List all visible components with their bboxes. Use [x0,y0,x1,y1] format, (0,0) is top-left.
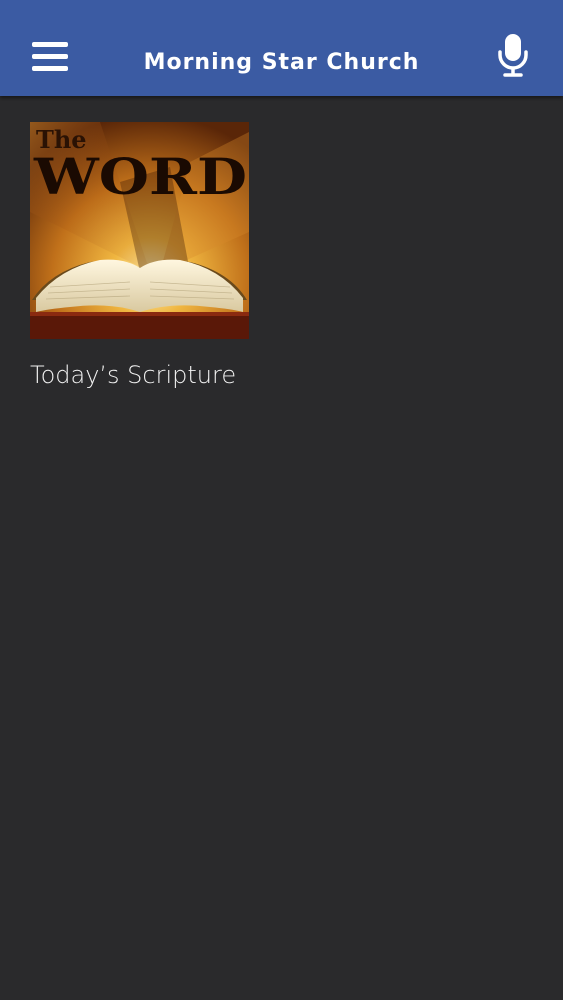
tile-label[interactable]: Today’s Scripture [30,356,236,394]
todays-scripture-tile[interactable]: The WORD Today’s Scripture [30,122,249,389]
microphone-icon[interactable] [494,32,532,78]
page-title: Morning Star Church [143,50,420,75]
hamburger-menu-icon[interactable] [28,38,72,76]
image-title-large: WORD [33,147,247,206]
the-word-bible-image[interactable]: The WORD [30,122,249,339]
app-header: Morning Star Church [0,0,563,96]
app-screen: Morning Star Church The WORD Today’s Scr… [0,0,563,1000]
